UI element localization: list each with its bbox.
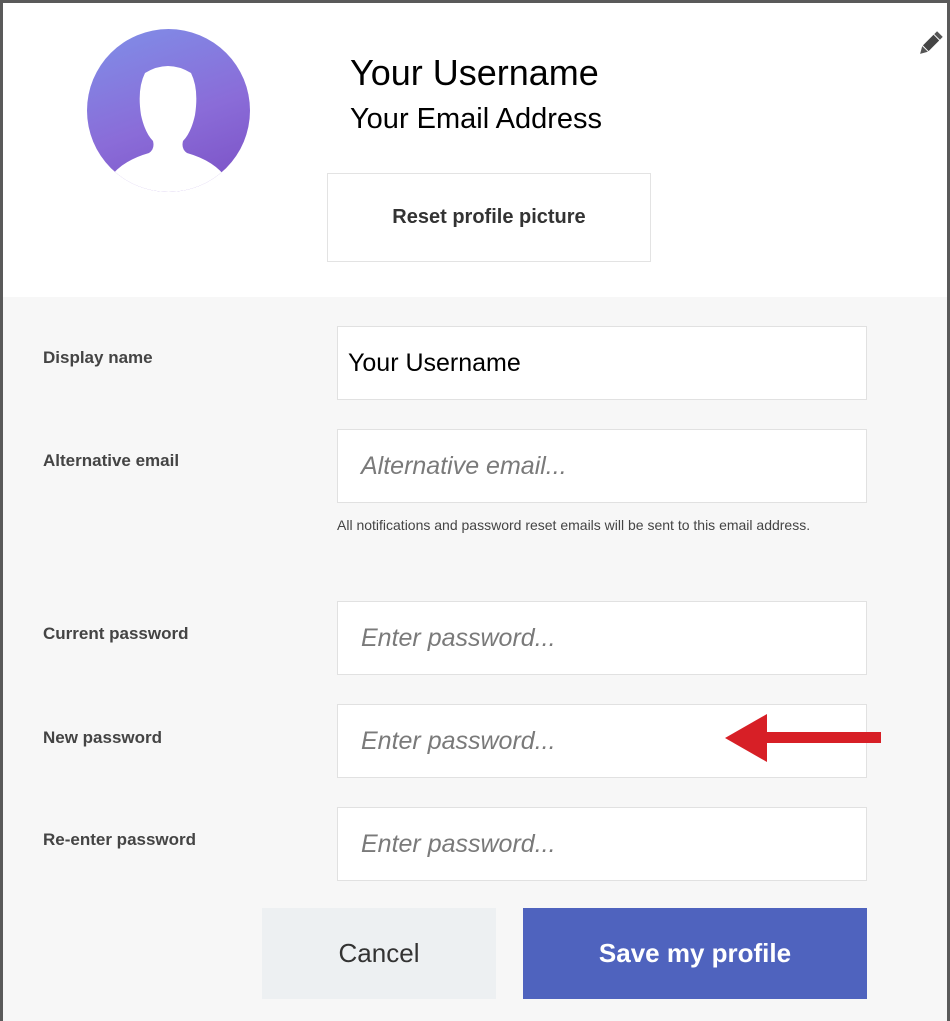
reset-profile-picture-button[interactable]: Reset profile picture xyxy=(327,173,651,262)
user-silhouette-icon xyxy=(109,66,227,192)
new-password-label: New password xyxy=(43,728,163,747)
display-name-label: Display name xyxy=(43,348,153,367)
alternative-email-label: Alternative email xyxy=(43,451,180,470)
current-password-label: Current password xyxy=(43,624,189,643)
alternative-email-help-text: All notifications and password reset ema… xyxy=(337,517,811,533)
reenter-password-input[interactable]: Enter password... xyxy=(337,807,867,881)
alternative-email-input[interactable]: Alternative email... xyxy=(337,429,867,503)
pencil-icon[interactable] xyxy=(915,29,945,59)
avatar[interactable] xyxy=(87,29,250,192)
save-profile-button[interactable]: Save my profile xyxy=(523,908,867,999)
profile-email: Your Email Address xyxy=(350,103,603,135)
profile-header: Your Username Your Email Address Reset p… xyxy=(3,3,947,298)
display-name-input[interactable]: Your Username xyxy=(337,326,867,400)
profile-username: Your Username xyxy=(350,52,599,93)
left-arrow-icon xyxy=(725,714,881,762)
reenter-password-label: Re-enter password xyxy=(43,830,197,849)
current-password-input[interactable]: Enter password... xyxy=(337,601,867,675)
cancel-button[interactable]: Cancel xyxy=(262,908,496,999)
